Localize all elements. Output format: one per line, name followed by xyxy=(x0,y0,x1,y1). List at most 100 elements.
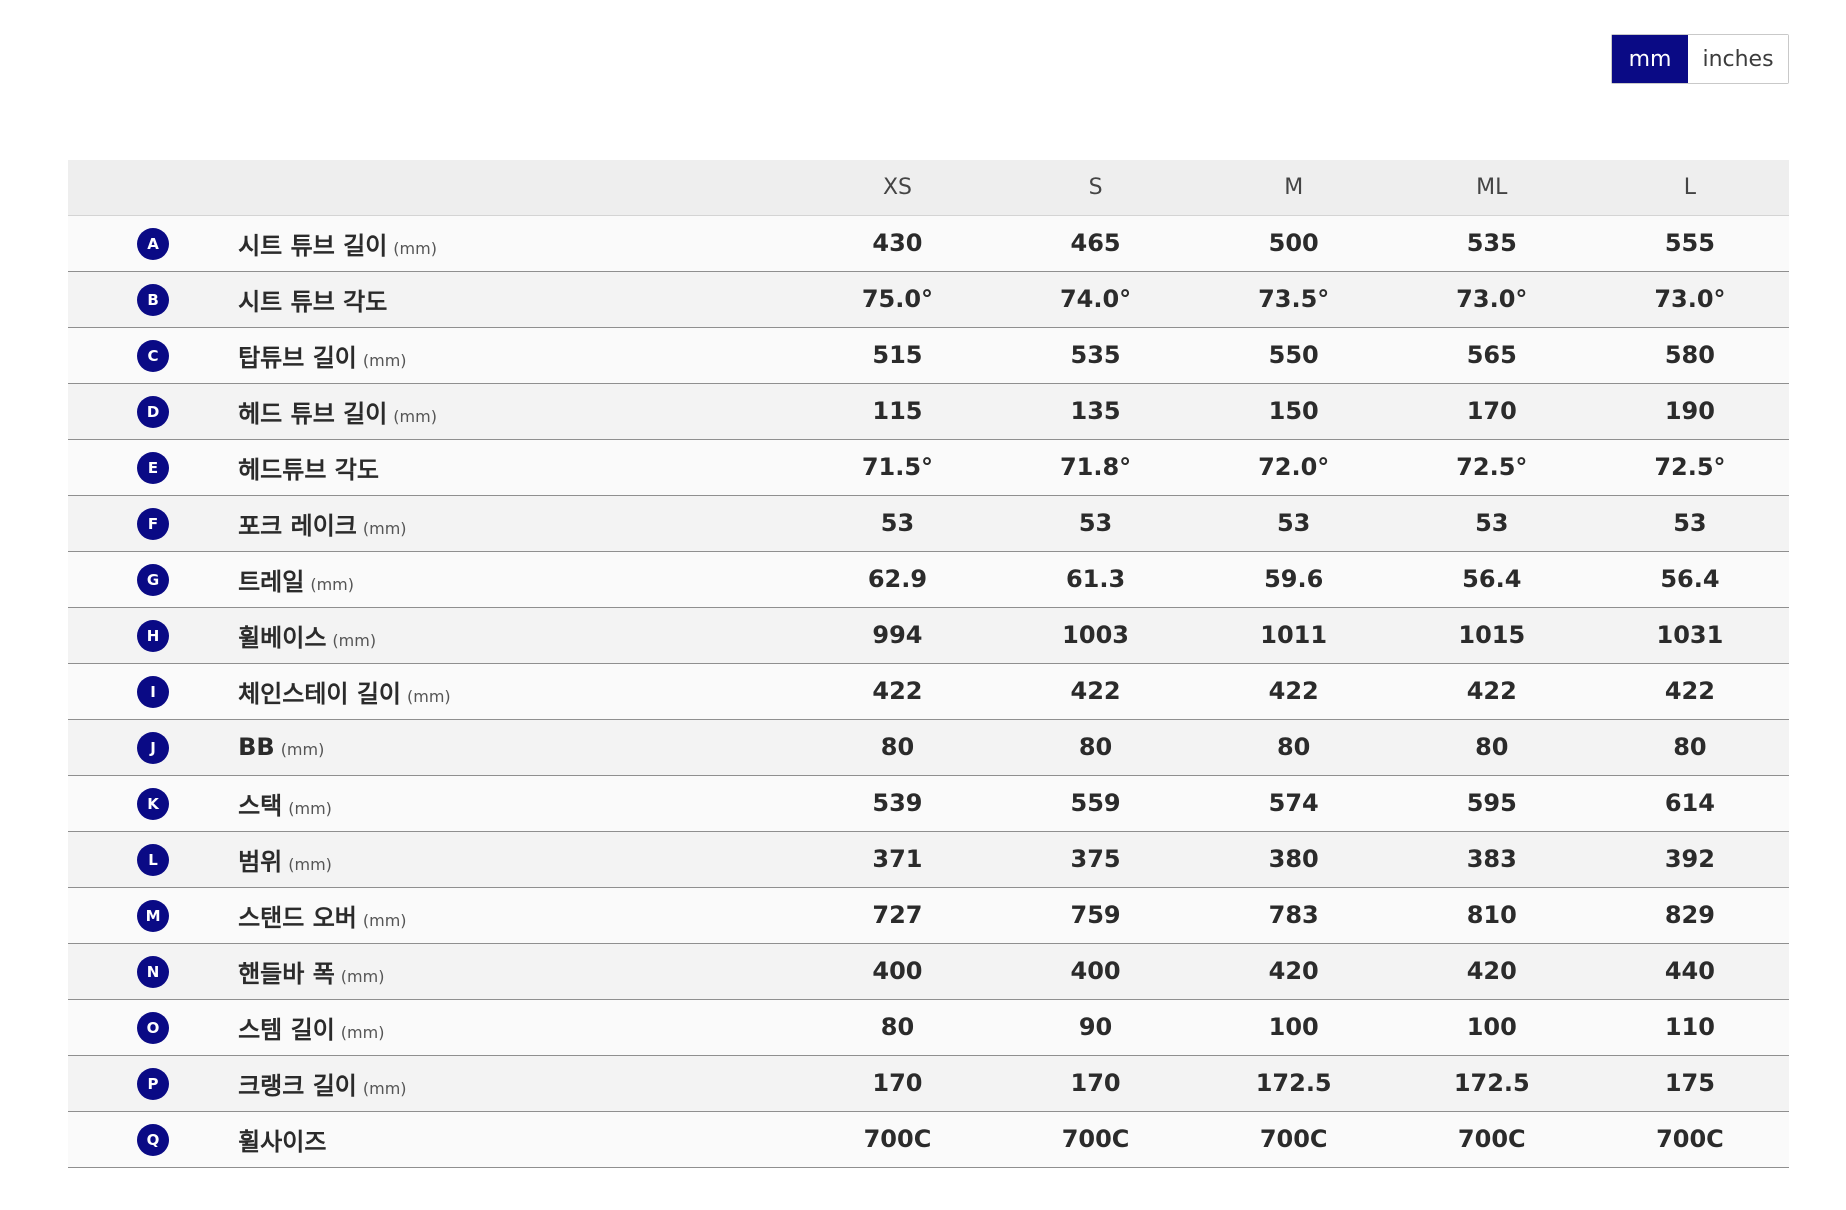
measurement-value: 56.4 xyxy=(1462,565,1522,593)
measurement-value: 73.0° xyxy=(1456,285,1528,313)
measurement-label: 스택 xyxy=(238,791,283,820)
measurement-label: 범위 xyxy=(238,847,283,876)
measurement-value: 75.0° xyxy=(861,285,934,313)
row-letter-cell: P xyxy=(68,1055,238,1111)
measurement-value: 375 xyxy=(1070,845,1121,873)
row-letter-cell: C xyxy=(68,327,238,383)
unit-mm-button[interactable]: mm xyxy=(1612,35,1688,83)
measurement-letter-badge: Q xyxy=(137,1124,170,1156)
unit-inches-button[interactable]: inches xyxy=(1688,35,1788,83)
measurement-value: 73.0° xyxy=(1654,285,1726,313)
measurement-value: 380 xyxy=(1268,845,1319,873)
table-row: N 핸들바 폭 (mm) 400 400 420 420 440 xyxy=(68,943,1789,999)
measurement-unit: (mm) xyxy=(332,630,377,650)
measurement-value: 1015 xyxy=(1458,621,1526,649)
measurement-letter-badge: K xyxy=(137,788,170,820)
measurement-value: 53 xyxy=(1078,509,1113,537)
measurement-unit: (mm) xyxy=(362,518,407,538)
row-letter-cell: A xyxy=(68,215,238,271)
measurement-value: 422 xyxy=(872,677,923,705)
row-label-cell: 휠베이스 (mm) xyxy=(238,607,798,663)
measurement-value: 440 xyxy=(1664,957,1715,985)
measurement-value: 80 xyxy=(1276,733,1311,761)
row-label-cell: 범위 (mm) xyxy=(238,831,798,887)
row-label-cell: 트레일 (mm) xyxy=(238,551,798,607)
measurement-value: 810 xyxy=(1466,901,1517,929)
measurement-value: 759 xyxy=(1070,901,1121,929)
measurement-value: 565 xyxy=(1466,341,1517,369)
table-body: A 시트 튜브 길이 (mm) 430 465 500 535 555 B 시트 튜브 각도 75.… xyxy=(68,215,1789,1167)
row-label-cell: BB (mm) xyxy=(238,719,798,775)
measurement-value: 422 xyxy=(1664,677,1715,705)
measurement-label: 탑튜브 길이 xyxy=(238,343,357,372)
row-label-cell: 시트 튜브 각도 xyxy=(238,271,798,327)
measurement-value: 559 xyxy=(1070,789,1121,817)
measurement-value: 700C xyxy=(1061,1125,1130,1153)
row-letter-cell: D xyxy=(68,383,238,439)
table-row: O 스템 길이 (mm) 80 90 100 100 110 xyxy=(68,999,1789,1055)
row-letter-cell: F xyxy=(68,495,238,551)
measurement-value: 100 xyxy=(1466,1013,1517,1041)
measurement-value: 90 xyxy=(1078,1013,1113,1041)
measurement-letter-badge: C xyxy=(137,340,170,372)
table-header-row: XS S M ML L xyxy=(68,160,1789,215)
row-letter-cell: K xyxy=(68,775,238,831)
measurement-unit: (mm) xyxy=(362,910,407,930)
measurement-letter-badge: E xyxy=(137,452,170,484)
row-label-cell: 크랭크 길이 (mm) xyxy=(238,1055,798,1111)
measurement-letter-badge: J xyxy=(137,732,170,764)
measurement-value: 80 xyxy=(880,1013,915,1041)
table-row: Q 휠사이즈 700C 700C 700C 700C 700C xyxy=(68,1111,1789,1167)
measurement-letter-badge: M xyxy=(137,900,170,932)
measurement-letter-badge: H xyxy=(137,620,170,652)
measurement-value: 383 xyxy=(1466,845,1517,873)
size-header-s: S xyxy=(1088,174,1103,200)
measurement-value: 74.0° xyxy=(1059,285,1132,313)
measurement-unit: (mm) xyxy=(393,406,437,426)
measurement-letter-badge: F xyxy=(137,508,170,540)
measurement-letter-badge: O xyxy=(137,1012,170,1044)
measurement-value: 59.6 xyxy=(1264,565,1324,593)
measurement-value: 515 xyxy=(872,341,923,369)
table-row: K 스택 (mm) 539 559 574 595 614 xyxy=(68,775,1789,831)
measurement-value: 80 xyxy=(880,733,915,761)
measurement-value: 80 xyxy=(1673,733,1707,761)
table-row: M 스탠드 오버 (mm) 727 759 783 810 829 xyxy=(68,887,1789,943)
measurement-letter-badge: D xyxy=(137,396,170,428)
measurement-label: 시트 튜브 각도 xyxy=(238,287,388,316)
measurement-letter-badge: G xyxy=(137,564,170,596)
measurement-value: 71.5° xyxy=(861,453,934,481)
measurement-letter-badge: L xyxy=(137,844,170,876)
table-row: P 크랭크 길이 (mm) 170 170 172.5 172.5 175 xyxy=(68,1055,1789,1111)
measurement-value: 422 xyxy=(1268,677,1319,705)
row-letter-cell: E xyxy=(68,439,238,495)
measurement-label: 스탠드 오버 xyxy=(238,903,357,932)
table-row: E 헤드튜브 각도 71.5° 71.8° 72.0° 72.5° 72.5° xyxy=(68,439,1789,495)
measurement-label: 포크 레이크 xyxy=(238,511,357,540)
measurement-value: 170 xyxy=(872,1069,923,1097)
measurement-value: 550 xyxy=(1268,341,1319,369)
measurement-value: 400 xyxy=(872,957,923,985)
table-row: D 헤드 튜브 길이 (mm) 115 135 150 170 190 xyxy=(68,383,1789,439)
measurement-value: 53 xyxy=(1276,509,1311,537)
measurement-value: 420 xyxy=(1268,957,1319,985)
size-header-ml: ML xyxy=(1476,174,1508,200)
measurement-label: 체인스테이 길이 xyxy=(238,679,402,708)
measurement-value: 1003 xyxy=(1062,621,1129,649)
measurement-value: 62.9 xyxy=(867,565,928,593)
size-header-xs: XS xyxy=(882,174,912,200)
measurement-value: 100 xyxy=(1268,1013,1319,1041)
measurement-value: 430 xyxy=(872,229,923,257)
measurement-value: 392 xyxy=(1664,845,1715,873)
measurement-value: 172.5 xyxy=(1255,1069,1332,1097)
measurement-value: 500 xyxy=(1268,229,1319,257)
row-letter-cell: N xyxy=(68,943,238,999)
size-header-l: L xyxy=(1683,174,1697,200)
measurement-unit: (mm) xyxy=(310,574,354,594)
measurement-label: 스템 길이 xyxy=(238,1015,335,1044)
measurement-value: 727 xyxy=(872,901,923,929)
measurement-value: 190 xyxy=(1664,397,1715,425)
table-row: J BB (mm) 80 80 80 80 80 xyxy=(68,719,1789,775)
table-row: F 포크 레이크 (mm) 53 53 53 53 53 xyxy=(68,495,1789,551)
measurement-label: 헤드튜브 각도 xyxy=(238,455,379,484)
